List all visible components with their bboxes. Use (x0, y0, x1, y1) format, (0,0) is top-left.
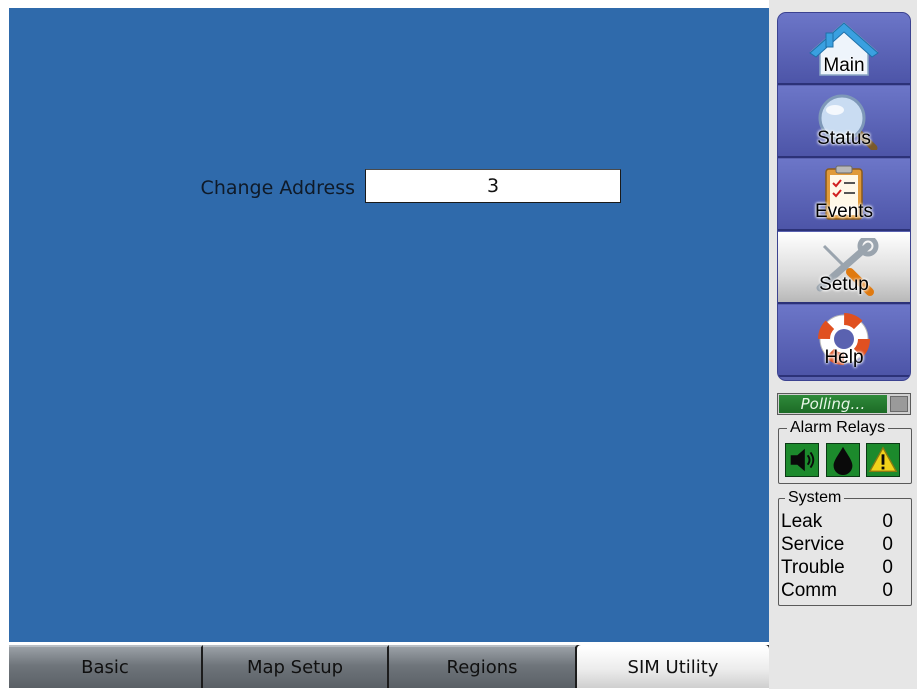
nav-column: Main Status Events Setup Help (777, 12, 911, 381)
tab-basic[interactable]: Basic (9, 645, 203, 688)
tab-label: SIM Utility (627, 657, 719, 678)
tab-map-setup[interactable]: Map Setup (203, 645, 389, 688)
polling-status-bar: Polling… (777, 393, 911, 415)
tab-sim-utility[interactable]: SIM Utility (577, 645, 769, 688)
system-title: System (785, 488, 845, 508)
nav-events-button[interactable]: Events (778, 159, 910, 231)
tab-label: Basic (81, 657, 129, 678)
main-content-area: Change Address (9, 8, 769, 642)
system-group: System Leak 0 Service 0 Trouble 0 Comm 0 (778, 488, 912, 606)
system-row-label: Comm (781, 580, 837, 601)
warning-relay[interactable] (866, 443, 900, 477)
nav-help-button[interactable]: Help (778, 305, 910, 377)
warning-icon (868, 446, 898, 472)
system-row-value: 0 (882, 580, 893, 601)
nav-status-button[interactable]: Status (778, 86, 910, 158)
system-row-trouble: Trouble 0 (781, 557, 893, 579)
tab-regions[interactable]: Regions (389, 645, 577, 688)
system-row-value: 0 (882, 511, 893, 532)
polling-indicator (890, 396, 908, 412)
nav-main-button[interactable]: Main (778, 13, 910, 85)
nav-label: Main (823, 55, 865, 76)
right-panel: Main Status Events Setup Help Polling… A… (769, 0, 917, 689)
address-input[interactable] (365, 169, 621, 203)
system-row-comm: Comm 0 (781, 580, 893, 602)
oil-drop-icon (833, 446, 853, 476)
tab-label: Regions (446, 657, 518, 678)
system-row-value: 0 (882, 557, 893, 578)
tab-label: Map Setup (246, 657, 344, 678)
oil-relay[interactable] (826, 443, 860, 477)
polling-text: Polling… (779, 395, 887, 413)
system-row-label: Trouble (781, 557, 845, 578)
system-row-service: Service 0 (781, 534, 893, 556)
nav-setup-button[interactable]: Setup (778, 232, 910, 304)
nav-label: Setup (819, 274, 869, 295)
alarm-relays-group: Alarm Relays (778, 418, 912, 484)
system-row-label: Leak (781, 511, 823, 532)
horn-relay[interactable] (785, 443, 819, 477)
nav-label: Events (814, 201, 874, 222)
bottom-tab-bar: Basic Map Setup Regions SIM Utility (9, 645, 769, 688)
system-row-label: Service (781, 534, 845, 555)
alarm-relays-title: Alarm Relays (787, 418, 889, 438)
nav-label: Help (824, 347, 864, 368)
system-row-value: 0 (882, 534, 893, 555)
system-row-leak: Leak 0 (781, 511, 893, 533)
change-address-label: Change Address (200, 177, 355, 199)
horn-icon (790, 448, 815, 472)
nav-label: Status (817, 128, 871, 149)
